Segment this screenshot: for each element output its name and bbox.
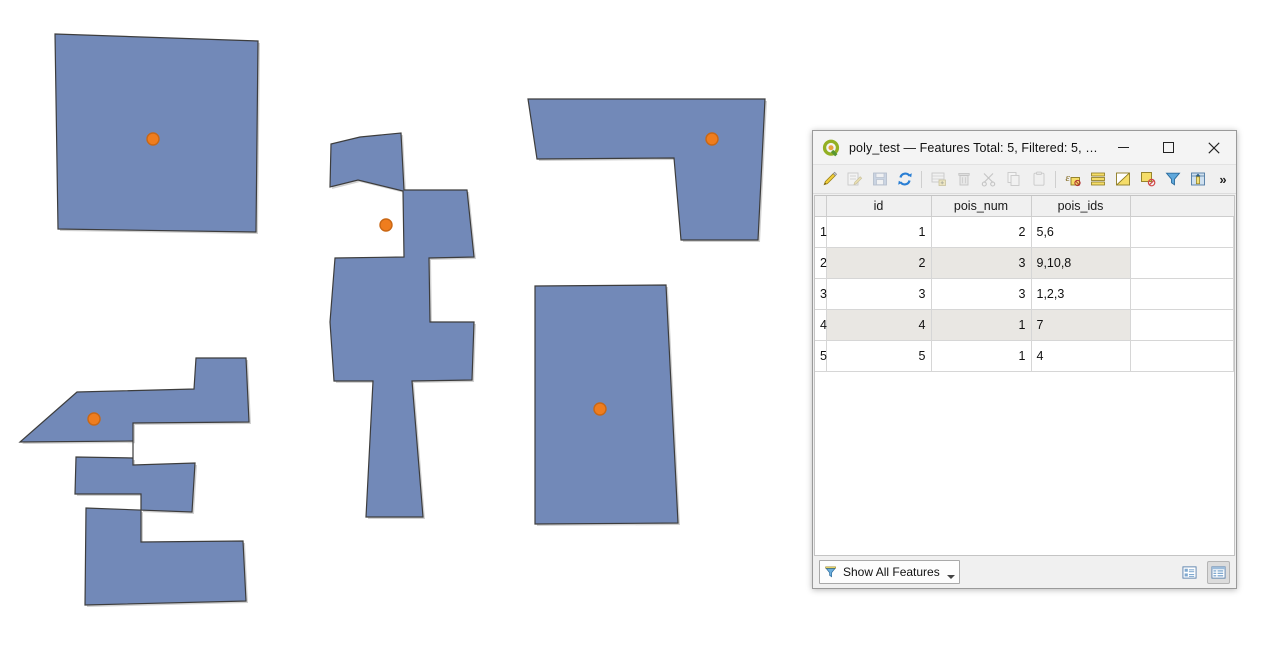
maximize-button[interactable]	[1146, 132, 1191, 164]
table-row[interactable]: 1 1 2 5,6	[815, 216, 1234, 248]
centroid-point-marker[interactable]	[87, 412, 101, 426]
move-selection-to-top-icon[interactable]	[1185, 167, 1210, 191]
form-view-icon[interactable]	[1178, 561, 1201, 584]
cell-pois-ids[interactable]: 1,2,3	[1031, 278, 1131, 310]
table-row[interactable]: 3 3 3 1,2,3	[815, 278, 1234, 310]
qgis-logo-icon	[821, 138, 841, 158]
table-row[interactable]: 4 4 1 7	[815, 309, 1234, 341]
filter-selection-icon[interactable]	[1160, 167, 1185, 191]
column-header-filler	[1130, 196, 1234, 217]
centroid-point-marker[interactable]	[379, 218, 393, 232]
cell-pois-num[interactable]: 3	[931, 278, 1032, 310]
attribute-table-statusbar: Show All Features	[813, 556, 1236, 588]
toolbar-overflow-button[interactable]: »	[1214, 172, 1232, 187]
polygon-square-top-left[interactable]	[54, 33, 260, 234]
select-by-expression-icon[interactable]: ε	[1060, 167, 1085, 191]
add-feature-icon[interactable]	[926, 167, 951, 191]
cell-filler	[1130, 309, 1234, 341]
polygon-f-shape-center[interactable]	[329, 132, 476, 519]
table-header-row: id pois_num pois_ids	[815, 196, 1234, 217]
cell-pois-ids[interactable]: 4	[1031, 340, 1131, 372]
cell-filler	[1130, 278, 1234, 310]
cell-pois-ids[interactable]: 7	[1031, 309, 1131, 341]
table-row[interactable]: 5 5 1 4	[815, 340, 1234, 372]
polygon-quad-bottom-right[interactable]	[534, 284, 680, 526]
delete-selected-icon[interactable]	[951, 167, 976, 191]
polygon-geometry[interactable]	[54, 33, 259, 233]
column-header-pois-num[interactable]: pois_num	[931, 196, 1032, 217]
cell-id[interactable]: 2	[826, 247, 932, 279]
polygon-geometry[interactable]	[329, 132, 475, 518]
cell-filler	[1130, 216, 1234, 248]
cell-id[interactable]: 5	[826, 340, 932, 372]
window-controls	[1101, 131, 1236, 164]
polygon-e-shape-bottom-left[interactable]	[18, 357, 251, 607]
polygon-geometry[interactable]	[527, 98, 766, 241]
cell-pois-ids[interactable]: 9,10,8	[1031, 247, 1131, 279]
cell-filler	[1130, 247, 1234, 279]
row-index[interactable]: 1	[815, 216, 827, 248]
funnel-icon	[824, 565, 838, 579]
attribute-table[interactable]: id pois_num pois_ids 1 1 2 5,6 2 2 3 9,1…	[814, 195, 1235, 556]
deselect-all-icon[interactable]	[1135, 167, 1160, 191]
save-edits-icon[interactable]	[867, 167, 892, 191]
centroid-point-marker[interactable]	[146, 132, 160, 146]
cell-id[interactable]: 4	[826, 309, 932, 341]
cell-id[interactable]: 3	[826, 278, 932, 310]
cell-pois-ids[interactable]: 5,6	[1031, 216, 1131, 248]
copy-features-icon[interactable]	[1001, 167, 1026, 191]
chevron-down-icon	[946, 575, 955, 579]
minimize-button[interactable]	[1101, 132, 1146, 164]
polygon-l-shape-top-right[interactable]	[527, 98, 767, 242]
filter-dropdown[interactable]: Show All Features	[819, 560, 960, 584]
close-button[interactable]	[1191, 132, 1236, 164]
table-body: 1 1 2 5,6 2 2 3 9,10,8 3 3 3 1,2,3 4 4 1…	[815, 216, 1234, 372]
centroid-point-marker[interactable]	[705, 132, 719, 146]
cell-pois-num[interactable]: 1	[931, 309, 1032, 341]
window-titlebar[interactable]: poly_test — Features Total: 5, Filtered:…	[813, 131, 1236, 165]
paste-features-icon[interactable]	[1026, 167, 1051, 191]
toggle-editing-icon[interactable]	[817, 167, 842, 191]
reload-table-icon[interactable]	[892, 167, 917, 191]
select-all-icon[interactable]	[1085, 167, 1110, 191]
polygon-geometry[interactable]	[18, 357, 250, 606]
svg-text:ε: ε	[1065, 172, 1070, 184]
attribute-table-window: poly_test — Features Total: 5, Filtered:…	[812, 130, 1237, 589]
centroid-point-marker[interactable]	[593, 402, 607, 416]
toolbar-separator	[1055, 170, 1056, 188]
screen-root: poly_test — Features Total: 5, Filtered:…	[0, 0, 1275, 652]
row-index[interactable]: 4	[815, 309, 827, 341]
polygon-geometry[interactable]	[534, 284, 679, 525]
cell-filler	[1130, 340, 1234, 372]
multi-edit-icon[interactable]	[842, 167, 867, 191]
row-index[interactable]: 5	[815, 340, 827, 372]
column-header-id[interactable]: id	[826, 196, 932, 217]
window-title: poly_test — Features Total: 5, Filtered:…	[849, 140, 1101, 155]
cell-id[interactable]: 1	[826, 216, 932, 248]
filter-dropdown-label: Show All Features	[843, 565, 940, 579]
row-index[interactable]: 3	[815, 278, 827, 310]
cut-features-icon[interactable]	[976, 167, 1001, 191]
attribute-table-toolbar: ε »	[813, 165, 1236, 194]
column-header-pois-ids[interactable]: pois_ids	[1031, 196, 1131, 217]
cell-pois-num[interactable]: 2	[931, 216, 1032, 248]
table-corner-header[interactable]	[815, 196, 827, 217]
table-row[interactable]: 2 2 3 9,10,8	[815, 247, 1234, 279]
cell-pois-num[interactable]: 1	[931, 340, 1032, 372]
row-index[interactable]: 2	[815, 247, 827, 279]
toolbar-separator	[921, 170, 922, 188]
cell-pois-num[interactable]: 3	[931, 247, 1032, 279]
table-view-icon[interactable]	[1207, 560, 1230, 584]
invert-selection-icon[interactable]	[1110, 167, 1135, 191]
